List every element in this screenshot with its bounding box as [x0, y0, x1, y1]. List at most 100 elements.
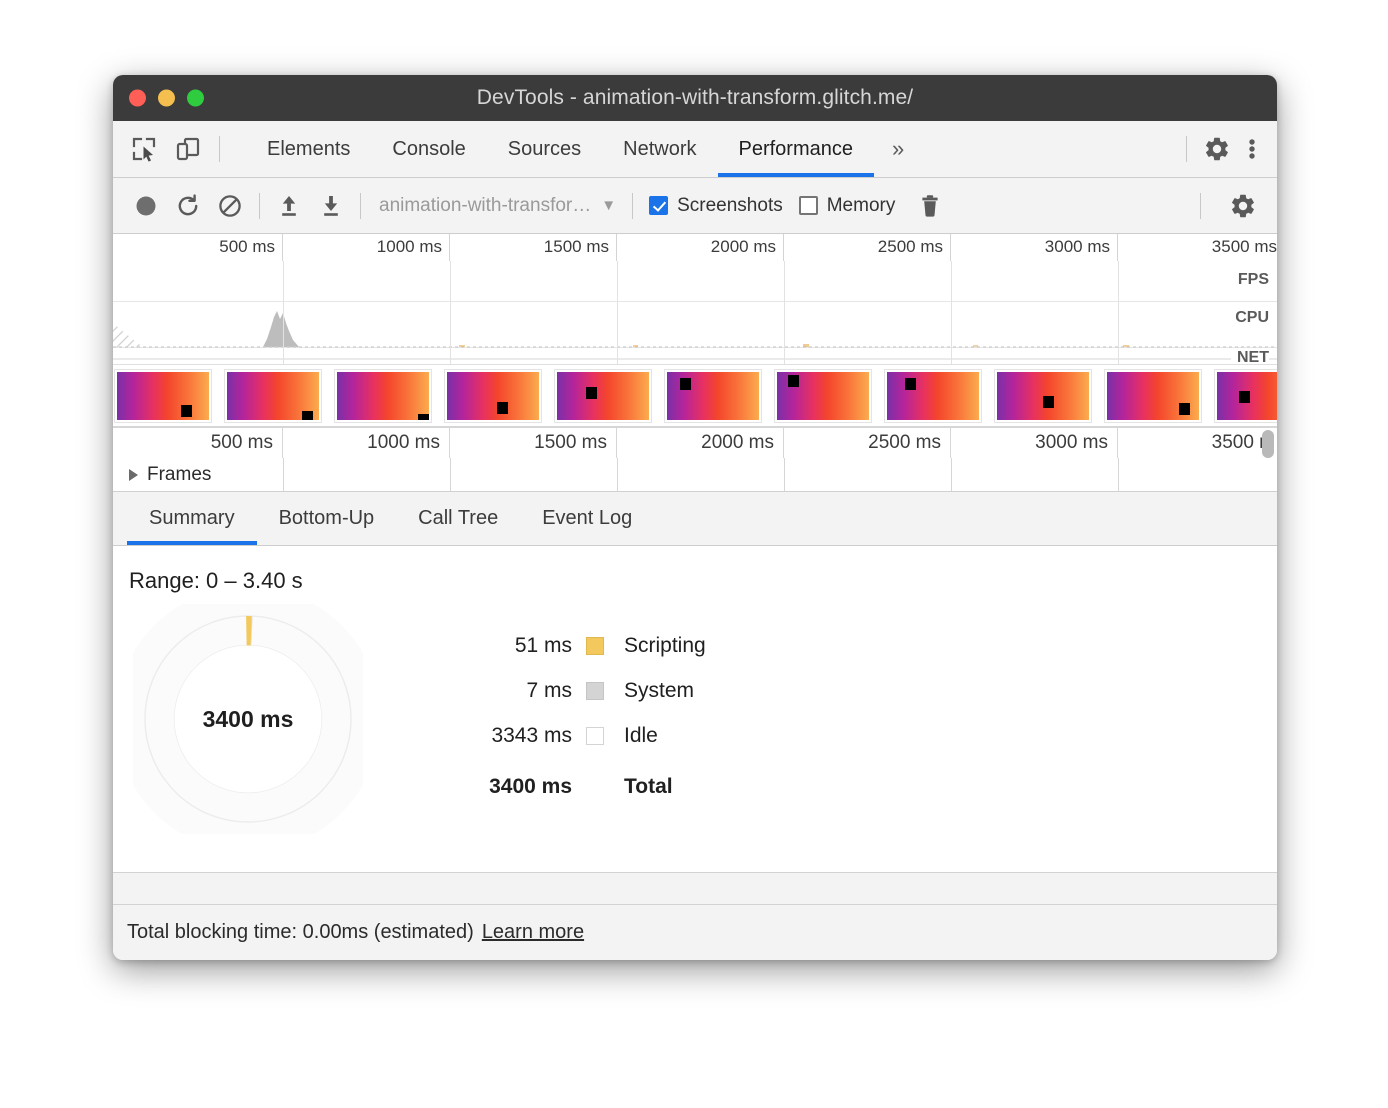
filmstrip-frame[interactable]: [775, 370, 871, 422]
profile-url-dropdown[interactable]: animation-with-transfor… ▼: [379, 195, 616, 217]
tabstrip-right-divider: [1186, 136, 1187, 162]
tab-console[interactable]: Console: [371, 121, 486, 177]
animated-square: [788, 375, 799, 387]
kebab-menu-icon[interactable]: [1241, 135, 1263, 163]
activity-donut-chart: 3400 ms: [133, 604, 363, 834]
overview-ruler-tick: 2000 ms: [617, 234, 784, 261]
tabstrip-right-actions: [1186, 121, 1277, 177]
learn-more-link[interactable]: Learn more: [482, 921, 584, 944]
clear-icon[interactable]: [217, 193, 243, 219]
detail-tab-label: Bottom-Up: [279, 507, 375, 530]
overview-ruler-tick: 2500 ms: [784, 234, 951, 261]
save-profile-icon[interactable]: [318, 193, 344, 219]
chevron-down-icon: ▼: [601, 197, 616, 214]
overview-ruler-tick: 500 ms: [116, 234, 283, 261]
filmstrip-frame[interactable]: [555, 370, 651, 422]
pane-resizer-strip[interactable]: [113, 872, 1277, 904]
cpu-usage-graph: [113, 261, 1277, 364]
overview-gridline: [784, 261, 785, 364]
legend-label: Scripting: [624, 634, 706, 658]
legend-row-system[interactable]: 7 ms System: [458, 679, 706, 703]
overview-ruler-tick: 1000 ms: [283, 234, 450, 261]
filmstrip-frame[interactable]: [885, 370, 981, 422]
perfbar-divider-2: [360, 193, 361, 219]
filmstrip-frame[interactable]: [445, 370, 541, 422]
tab-label: Performance: [739, 138, 854, 161]
overview-ruler-tick: 3500 ms: [1118, 234, 1277, 261]
detail-tab-label: Summary: [149, 507, 235, 530]
devtools-tabstrip: Elements Console Sources Network Perform…: [113, 121, 1277, 178]
legend-value: 7 ms: [458, 679, 586, 703]
filmstrip-frame[interactable]: [335, 370, 431, 422]
perfbar-divider-3: [632, 193, 633, 219]
tabstrip-divider: [219, 136, 220, 162]
window-title: DevTools - animation-with-transform.glit…: [113, 86, 1277, 110]
close-window-button[interactable]: [129, 90, 146, 107]
lane-label-net: NET: [1231, 349, 1269, 364]
frames-gridline: [450, 458, 451, 491]
load-profile-icon[interactable]: [276, 193, 302, 219]
device-toolbar-icon[interactable]: [175, 136, 201, 162]
legend-swatch-scripting: [586, 637, 604, 655]
filmstrip-frame[interactable]: [1105, 370, 1201, 422]
legend-swatch-system: [586, 682, 604, 700]
legend-row-idle[interactable]: 3343 ms Idle: [458, 724, 706, 748]
more-tabs-chevron-icon[interactable]: »: [874, 121, 922, 177]
timeline-overview[interactable]: 500 ms1000 ms1500 ms2000 ms2500 ms3000 m…: [113, 234, 1277, 427]
overview-ruler-tick: 3000 ms: [951, 234, 1118, 261]
activity-legend: 51 ms Scripting 7 ms System 3343 ms Idle…: [458, 634, 706, 799]
memory-checkbox-box[interactable]: [799, 196, 818, 215]
frames-track-row[interactable]: Frames: [113, 458, 1277, 492]
animated-square: [1043, 396, 1054, 408]
lane-label-fps: FPS: [1232, 271, 1269, 289]
timeline-ruler: 3500 m3000 ms2500 ms2000 ms1500 ms1000 m…: [113, 427, 1277, 458]
timeline-ruler-tick: 2500 ms: [784, 428, 951, 458]
tab-label: Sources: [508, 138, 581, 161]
frames-track-header[interactable]: Frames: [129, 464, 211, 486]
tab-sources[interactable]: Sources: [487, 121, 602, 177]
filmstrip-track[interactable]: [113, 364, 1277, 426]
filmstrip-frame[interactable]: [1215, 370, 1277, 422]
range-label: Range: 0 – 3.40 s: [129, 568, 303, 594]
tab-bottom-up[interactable]: Bottom-Up: [257, 492, 397, 545]
filmstrip-frame[interactable]: [115, 370, 211, 422]
tab-call-tree[interactable]: Call Tree: [396, 492, 520, 545]
overview-graphs: FPS CPU NET: [113, 261, 1277, 364]
timeline-ruler-tick: 1500 ms: [450, 428, 617, 458]
animated-square: [302, 411, 313, 422]
gear-icon[interactable]: [1203, 135, 1231, 163]
memory-checkbox[interactable]: Memory: [799, 195, 896, 217]
devtools-window: DevTools - animation-with-transform.glit…: [113, 75, 1277, 960]
animated-square: [680, 378, 691, 390]
tab-event-log[interactable]: Event Log: [520, 492, 654, 545]
tab-network[interactable]: Network: [602, 121, 717, 177]
tab-label: Elements: [267, 138, 350, 161]
record-icon[interactable]: [133, 193, 159, 219]
status-bar: Total blocking time: 0.00ms (estimated) …: [113, 904, 1277, 960]
filmstrip-frame[interactable]: [665, 370, 761, 422]
filmstrip-frame[interactable]: [995, 370, 1091, 422]
tab-elements[interactable]: Elements: [246, 121, 371, 177]
lane-label-cpu: CPU: [1229, 309, 1269, 327]
tab-summary[interactable]: Summary: [127, 492, 257, 545]
frames-gridline: [283, 458, 284, 491]
detail-tab-list: Summary Bottom-Up Call Tree Event Log: [113, 492, 1277, 546]
screenshots-checkbox[interactable]: Screenshots: [649, 195, 783, 217]
timeline-ruler-tick: 500 ms: [116, 428, 283, 458]
inspect-element-icon[interactable]: [131, 136, 157, 162]
capture-settings-gear-icon[interactable]: [1229, 192, 1257, 220]
memory-label: Memory: [827, 195, 896, 217]
animated-square: [905, 378, 916, 390]
screenshots-checkbox-box[interactable]: [649, 196, 668, 215]
animated-square: [586, 387, 597, 399]
maximize-window-button[interactable]: [187, 90, 204, 107]
timeline-scrollbar-thumb[interactable]: [1262, 430, 1274, 458]
filmstrip-frame[interactable]: [225, 370, 321, 422]
tab-performance[interactable]: Performance: [718, 121, 875, 177]
legend-swatch-idle: [586, 727, 604, 745]
reload-and-record-icon[interactable]: [175, 193, 201, 219]
trash-icon[interactable]: [917, 193, 943, 219]
legend-row-scripting[interactable]: 51 ms Scripting: [458, 634, 706, 658]
minimize-window-button[interactable]: [158, 90, 175, 107]
expand-chevron-icon[interactable]: [129, 469, 138, 481]
